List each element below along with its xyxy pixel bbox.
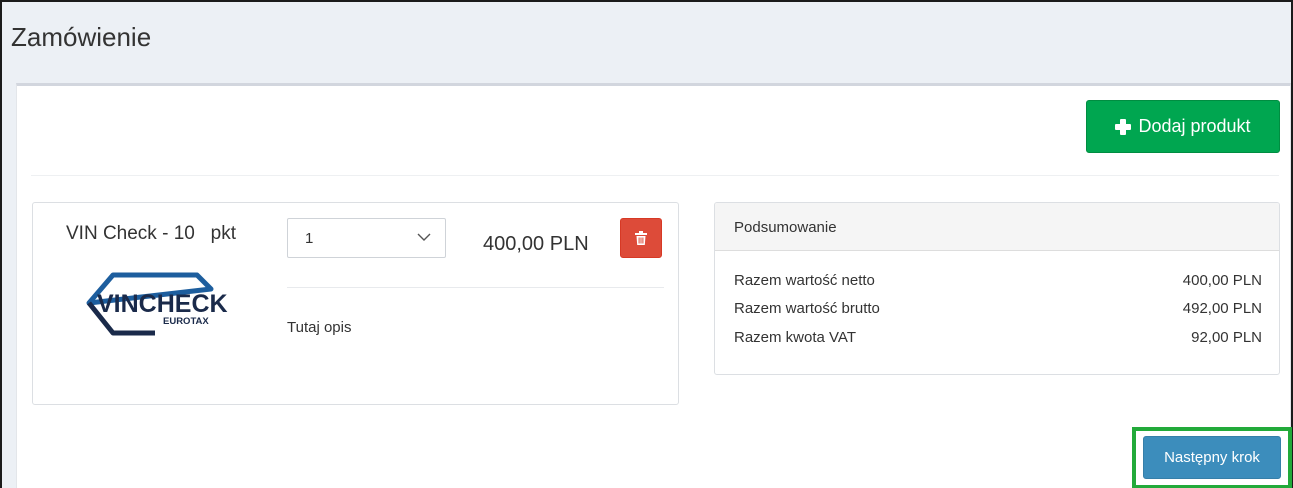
plus-icon: [1115, 118, 1132, 135]
add-product-button[interactable]: Dodaj produkt: [1086, 100, 1280, 153]
summary-value: 492,00 PLN: [1182, 300, 1262, 317]
vincheck-logo: VINCHECK EUROTAX: [86, 272, 228, 336]
quantity-select[interactable]: 1: [287, 218, 446, 258]
summary-label: Razem wartość brutto: [734, 300, 880, 317]
product-divider: [287, 287, 664, 288]
logo-sub-text: EUROTAX: [163, 316, 209, 327]
summary-row-vat: Razem kwota VAT 92,00 PLN: [734, 329, 1262, 346]
product-description: Tutaj opis: [287, 319, 352, 336]
summary-value: 92,00 PLN: [1191, 329, 1262, 346]
product-price: 400,00 PLN: [483, 233, 589, 255]
summary-value: 400,00 PLN: [1182, 272, 1262, 289]
summary-title: Podsumowanie: [715, 203, 1279, 251]
summary-panel: Podsumowanie Razem wartość netto 400,00 …: [714, 202, 1280, 375]
summary-row-net: Razem wartość netto 400,00 PLN: [734, 272, 1262, 289]
logo-main-text: VINCHECK: [97, 290, 228, 318]
order-box: Dodaj produkt VIN Check - 10 pkt VINCHEC…: [16, 83, 1292, 488]
next-step-button[interactable]: Następny krok: [1143, 436, 1281, 479]
product-card: VIN Check - 10 pkt VINCHECK EUROTAX 1 40…: [32, 202, 679, 405]
delete-product-button[interactable]: [620, 218, 662, 258]
header-divider: [31, 175, 1279, 176]
summary-row-gross: Razem wartość brutto 492,00 PLN: [734, 300, 1262, 317]
quantity-value: 1: [305, 229, 314, 247]
page-title: Zamówienie: [11, 22, 152, 52]
chevron-down-icon: [417, 233, 431, 241]
summary-label: Razem wartość netto: [734, 272, 875, 289]
summary-label: Razem kwota VAT: [734, 329, 856, 346]
add-product-label: Dodaj produkt: [1138, 116, 1251, 136]
product-name: VIN Check - 10 pkt: [66, 223, 237, 244]
app-frame: Zamówienie Dodaj produkt VIN Check - 10 …: [0, 0, 1293, 488]
trash-icon: [635, 231, 647, 245]
